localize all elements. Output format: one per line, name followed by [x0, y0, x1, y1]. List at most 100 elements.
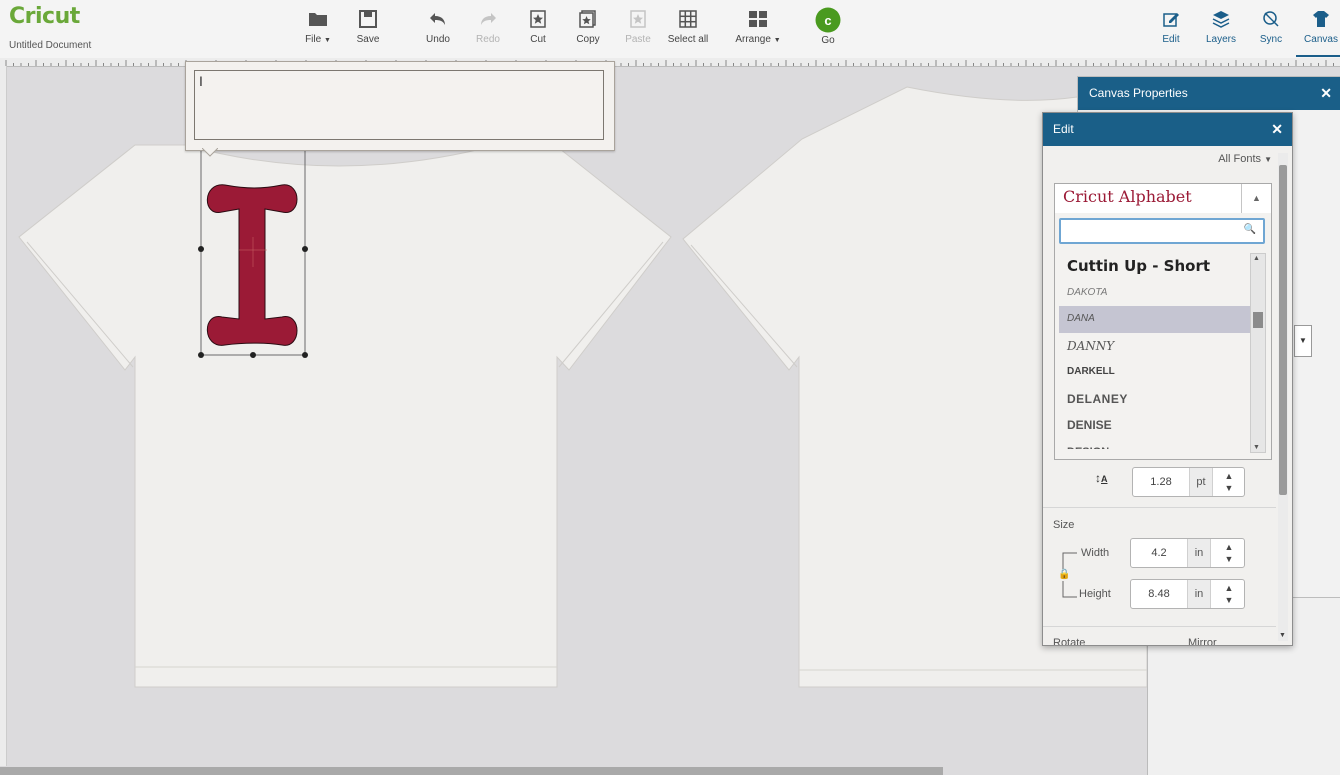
edit-panel-scrollbar[interactable]: ▼	[1278, 153, 1288, 641]
close-icon[interactable]: ✕	[1320, 77, 1332, 110]
font-search-input[interactable]: 🔍	[1059, 218, 1265, 244]
stepper-arrows-icon[interactable]: ▲ ▼	[1214, 580, 1244, 608]
caret-up-icon[interactable]: ▲	[1241, 184, 1271, 213]
font-option[interactable]: DENISE	[1059, 412, 1250, 439]
letter-spacing-stepper[interactable]: 1.28 pt ▲ ▼	[1132, 467, 1245, 497]
cut-icon	[530, 10, 546, 28]
caret-down-icon: ▼	[773, 37, 781, 44]
tab-sync[interactable]: Sync	[1246, 10, 1296, 45]
file-label: File	[305, 34, 322, 45]
edit-panel: Edit ✕ All Fonts ▼ Cricut Alphabet ▲ 🔍 C…	[1042, 112, 1293, 646]
tab-layers-label: Layers	[1205, 34, 1236, 45]
go-button[interactable]: c Go	[798, 7, 858, 46]
mirror-label: Mirror	[1188, 637, 1217, 646]
width-unit: in	[1188, 539, 1211, 567]
all-fonts-label: All Fonts	[1218, 153, 1262, 165]
copy-icon	[579, 10, 596, 28]
paste-label: Paste	[625, 34, 651, 45]
layers-icon	[1212, 11, 1230, 28]
text-entry-popup: I	[185, 61, 615, 157]
pencil-icon	[1163, 13, 1179, 27]
font-option[interactable]: DESIGN	[1059, 439, 1250, 449]
horizontal-scrollbar[interactable]	[0, 767, 943, 775]
tab-edit-label: Edit	[1162, 34, 1180, 45]
arrange-label: Arrange	[735, 34, 771, 45]
arrange-icon	[749, 11, 767, 27]
folder-icon	[309, 13, 327, 26]
resize-handle[interactable]	[198, 352, 204, 358]
selected-font-value: Cricut Alphabet	[1063, 187, 1192, 206]
tab-canvas-label: Canvas	[1304, 34, 1338, 45]
popup-pointer	[202, 148, 218, 157]
close-icon[interactable]: ✕	[1271, 113, 1283, 146]
font-select[interactable]: Cricut Alphabet ▲	[1054, 183, 1272, 214]
scroll-up-icon[interactable]: ▲	[1253, 255, 1260, 262]
tab-sync-label: Sync	[1259, 34, 1283, 45]
document-title: Untitled Document	[9, 40, 92, 51]
lock-icon[interactable]: 🔒	[1058, 569, 1070, 580]
caret-down-icon: ▼	[323, 37, 331, 44]
redo-icon	[481, 13, 496, 25]
scrollbar-thumb[interactable]	[1253, 312, 1263, 328]
caret-down-icon: ▼	[1264, 155, 1272, 164]
letter-spacing-unit: pt	[1190, 468, 1213, 496]
font-list-scrollbar[interactable]: ▲ ▼	[1250, 253, 1266, 453]
all-fonts-filter[interactable]: All Fonts ▼	[1218, 153, 1272, 165]
letter-spacing-icon: ↕A	[1095, 471, 1108, 485]
undo-label: Undo	[426, 34, 450, 45]
arrange-button[interactable]: Arrange ▼	[728, 10, 788, 45]
scroll-down-icon[interactable]: ▼	[1253, 444, 1260, 451]
width-value[interactable]: 4.2	[1131, 539, 1188, 567]
scrollbar-thumb[interactable]	[1279, 165, 1287, 495]
copy-label: Copy	[576, 34, 600, 45]
scroll-down-icon[interactable]: ▼	[1279, 632, 1286, 639]
save-button[interactable]: Save	[338, 10, 398, 45]
tshirt-icon	[1313, 11, 1329, 27]
chevron-down-icon[interactable]: ▼	[1294, 325, 1312, 357]
stepper-arrows-icon[interactable]: ▲ ▼	[1214, 468, 1244, 496]
resize-handle[interactable]	[302, 352, 308, 358]
font-option[interactable]: DARKELL	[1059, 359, 1250, 386]
cut-label: Cut	[530, 34, 546, 45]
tab-layers[interactable]: Layers	[1196, 10, 1246, 45]
undo-icon	[430, 13, 445, 25]
resize-handle[interactable]	[198, 246, 204, 252]
tab-canvas[interactable]: Canvas	[1296, 10, 1340, 57]
tshirt-front	[18, 144, 672, 688]
canvas-properties-title: Canvas Properties	[1089, 86, 1188, 100]
text-entry-field[interactable]: I	[194, 70, 604, 140]
select-all-label: Select all	[667, 34, 709, 45]
cricut-logo: Cricut	[9, 4, 80, 29]
font-option[interactable]: DANNY	[1059, 333, 1250, 360]
font-option-selected[interactable]: DANA	[1059, 306, 1250, 333]
height-value[interactable]: 8.48	[1131, 580, 1188, 608]
resize-handle[interactable]	[302, 246, 308, 252]
font-option[interactable]: DAKOTA	[1059, 280, 1250, 307]
canvas-properties-header: Canvas Properties ✕	[1078, 77, 1340, 110]
font-dropdown: 🔍 Cuttin Up - Short DAKOTA DANA DANNY DA…	[1054, 213, 1272, 460]
design-canvas[interactable]	[7, 67, 1147, 767]
width-stepper[interactable]: 4.2 in ▲ ▼	[1130, 538, 1245, 568]
resize-handle[interactable]	[250, 352, 256, 358]
stepper-arrows-icon[interactable]: ▲ ▼	[1214, 539, 1244, 567]
height-stepper[interactable]: 8.48 in ▲ ▼	[1130, 579, 1245, 609]
size-section-label: Size	[1053, 519, 1075, 531]
font-option[interactable]: DELANEY	[1059, 386, 1250, 413]
sync-icon	[1263, 11, 1279, 27]
height-label: Height	[1079, 588, 1111, 600]
save-label: Save	[356, 34, 380, 45]
font-option[interactable]: Cuttin Up - Short	[1059, 253, 1250, 280]
go-label: Go	[821, 35, 835, 46]
select-all-icon	[679, 10, 697, 28]
width-label: Width	[1081, 547, 1110, 559]
font-list: Cuttin Up - Short DAKOTA DANA DANNY DARK…	[1059, 253, 1250, 457]
active-tab-underline	[1296, 55, 1340, 57]
top-toolbar: Cricut Untitled Document File ▼ Save Und…	[0, 0, 1340, 59]
tab-edit[interactable]: Edit	[1146, 10, 1196, 45]
vertical-ruler	[0, 66, 7, 766]
redo-label: Redo	[476, 34, 500, 45]
select-all-button[interactable]: Select all	[658, 10, 718, 45]
go-icon: c	[815, 7, 841, 33]
letter-spacing-value[interactable]: 1.28	[1133, 468, 1190, 496]
paste-icon	[630, 10, 646, 28]
